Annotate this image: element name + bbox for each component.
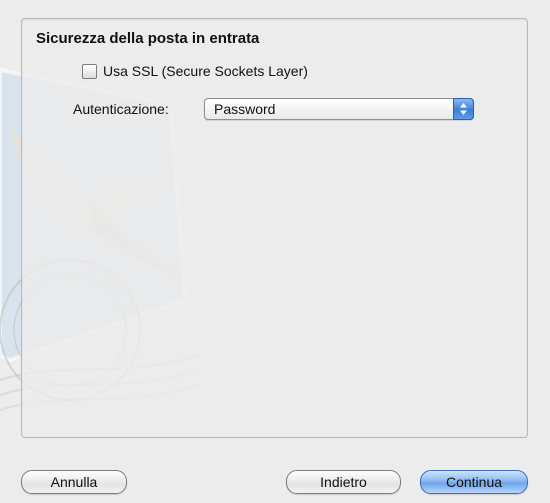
authentication-value: Password (214, 101, 276, 117)
authentication-label: Autenticazione: (73, 101, 169, 117)
authentication-popup[interactable]: Password (204, 98, 474, 120)
back-button[interactable]: Indietro (286, 470, 401, 494)
cancel-button[interactable]: Annulla (21, 470, 127, 494)
settings-panel (21, 18, 528, 438)
ssl-checkbox-label[interactable]: Usa SSL (Secure Sockets Layer) (103, 63, 308, 79)
ssl-option[interactable]: Usa SSL (Secure Sockets Layer) (82, 62, 308, 80)
ssl-checkbox[interactable] (82, 63, 97, 79)
popup-arrows-icon[interactable] (453, 98, 474, 120)
updown-arrows-icon (460, 103, 467, 115)
mail-setup-window: Sicurezza della posta in entrata Usa SSL… (0, 0, 550, 503)
section-title: Sicurezza della posta in entrata (36, 30, 260, 47)
continue-button[interactable]: Continua (420, 470, 528, 494)
